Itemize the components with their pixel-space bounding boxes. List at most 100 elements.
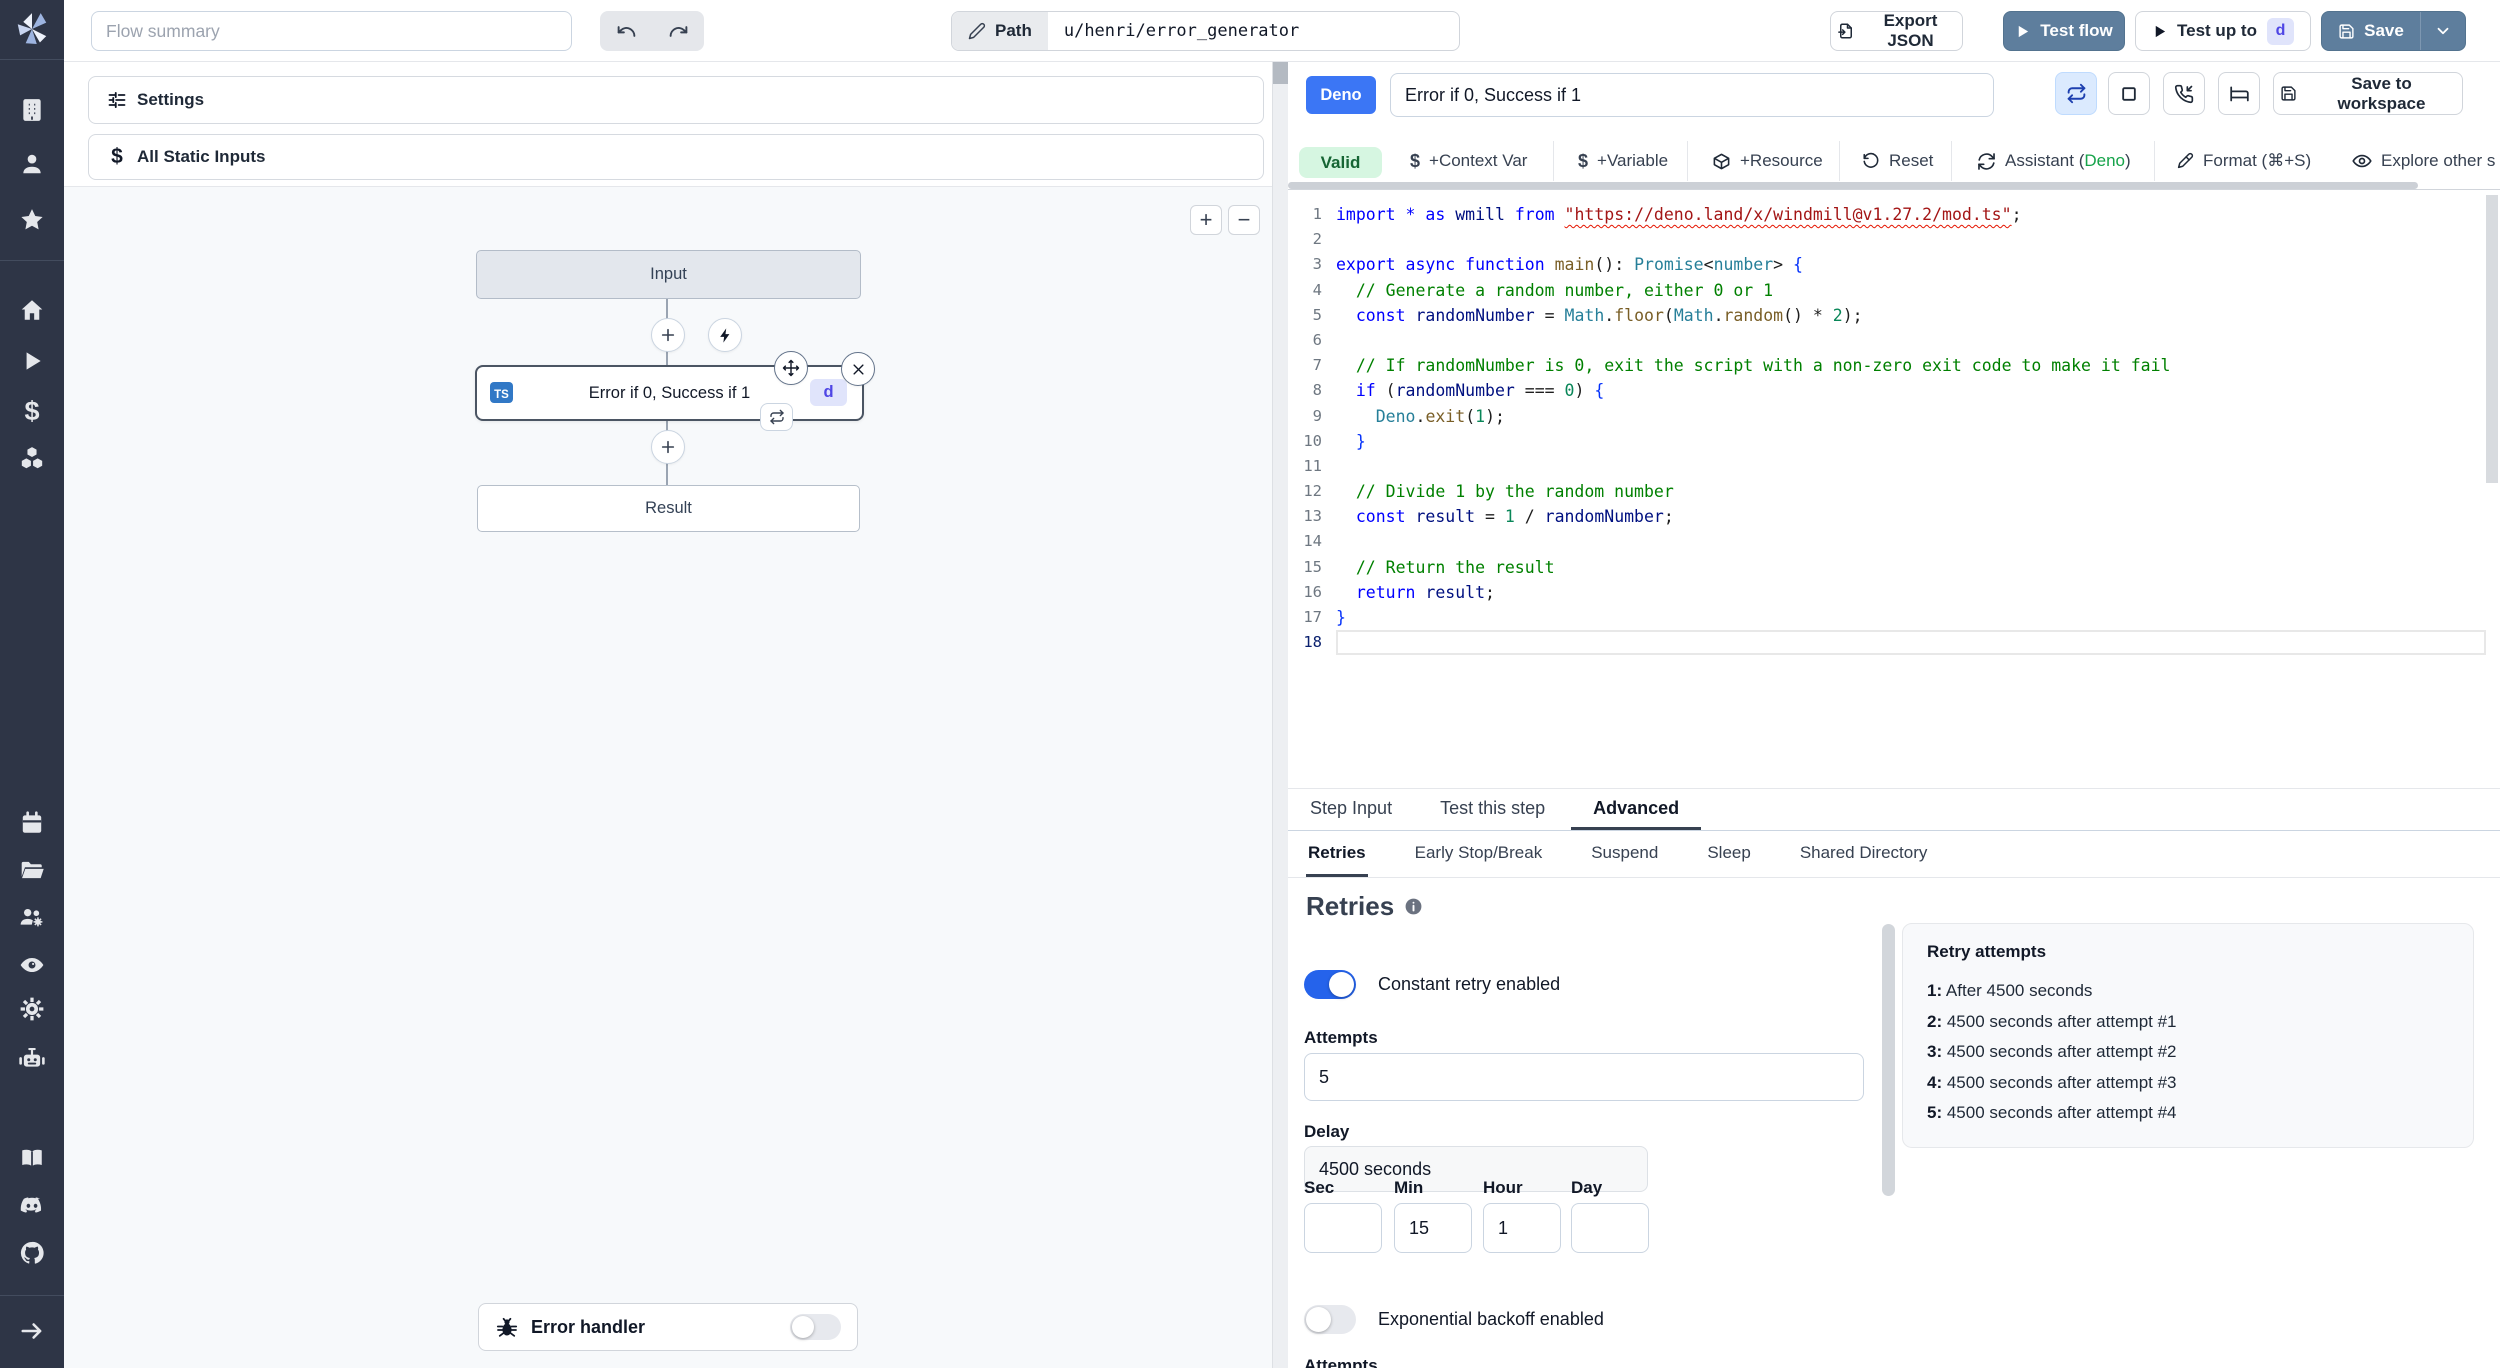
reset-button[interactable]: Reset: [1862, 133, 1933, 189]
error-handler-node[interactable]: Error handler: [478, 1303, 858, 1351]
retries-vscrollbar[interactable]: [1882, 924, 1895, 1196]
code-line[interactable]: 14: [1290, 529, 2486, 554]
subtab-suspend[interactable]: Suspend: [1589, 831, 1660, 877]
code-line[interactable]: 9 Deno.exit(1);: [1290, 404, 2486, 429]
all-static-inputs-button[interactable]: $ All Static Inputs: [88, 134, 1264, 180]
min-input[interactable]: [1394, 1203, 1472, 1253]
resources-cubes-icon[interactable]: [19, 445, 45, 471]
tab-advanced[interactable]: Advanced: [1571, 789, 1702, 830]
tab-step-input[interactable]: Step Input: [1288, 789, 1414, 830]
code-line[interactable]: 7 // If randomNumber is 0, exit the scri…: [1290, 353, 2486, 378]
move-step-handle[interactable]: [774, 351, 808, 385]
flow-canvas[interactable]: [64, 186, 1272, 1368]
path-value[interactable]: u/henri/error_generator: [1048, 21, 1299, 41]
ai-robot-icon[interactable]: [19, 1046, 45, 1072]
save-to-workspace-button[interactable]: Save to workspace: [2273, 72, 2463, 115]
user-icon[interactable]: [19, 151, 45, 177]
flow-summary-input[interactable]: [91, 11, 572, 51]
save-button[interactable]: Save: [2322, 12, 2420, 50]
format-button[interactable]: Format (⌘+S): [2176, 133, 2311, 189]
subtab-sleep[interactable]: Sleep: [1705, 831, 1752, 877]
toolbar-hscrollbar[interactable]: [1288, 182, 2418, 189]
code-line[interactable]: 16 return result;: [1290, 580, 2486, 605]
variables-dollar-icon[interactable]: $: [19, 396, 45, 426]
attempts-input[interactable]: [1304, 1053, 1864, 1101]
code-line[interactable]: 17}: [1290, 605, 2486, 630]
groups-users-gear-icon[interactable]: [19, 904, 45, 930]
sec-input[interactable]: [1304, 1203, 1382, 1253]
code-line[interactable]: 11: [1290, 454, 2486, 479]
export-json-button[interactable]: Export JSON: [1830, 11, 1963, 51]
exponential-backoff-toggle[interactable]: [1304, 1305, 1356, 1334]
favorites-star-icon[interactable]: [19, 207, 45, 233]
windmill-logo-icon[interactable]: [13, 10, 51, 48]
tab-test-this-step[interactable]: Test this step: [1418, 789, 1567, 830]
panel-splitter[interactable]: [1272, 62, 1288, 1368]
code-line[interactable]: 4 // Generate a random number, either 0 …: [1290, 278, 2486, 303]
assistant-button[interactable]: Assistant (Deno): [1977, 133, 2131, 189]
code-line[interactable]: 8 if (randomNumber === 0) {: [1290, 378, 2486, 403]
collapse-arrow-right-icon[interactable]: [19, 1318, 45, 1344]
flow-settings-button[interactable]: Settings: [88, 76, 1264, 124]
editor-vscrollbar[interactable]: [2486, 195, 2498, 483]
subtab-early-stop[interactable]: Early Stop/Break: [1413, 831, 1545, 877]
test-up-to-button[interactable]: Test up to d: [2135, 11, 2311, 51]
folders-icon[interactable]: [19, 857, 45, 883]
error-handler-toggle[interactable]: [790, 1314, 841, 1340]
docs-book-icon[interactable]: [19, 1145, 45, 1171]
exponential-backoff-label: Exponential backoff enabled: [1378, 1309, 1604, 1329]
audit-eye-icon[interactable]: [19, 952, 45, 978]
toolbar-divider: [1553, 141, 1554, 181]
runs-play-icon[interactable]: [19, 348, 45, 374]
code-line[interactable]: 1 import * as wmill from "https://deno.la…: [1290, 202, 2486, 227]
early-stop-button[interactable]: [2108, 72, 2150, 115]
code-line[interactable]: 18: [1290, 630, 2486, 655]
day-input[interactable]: [1571, 1203, 1649, 1253]
retry-attempts-title: Retry attempts: [1927, 942, 2047, 961]
trigger-bolt-button[interactable]: [708, 318, 742, 352]
subtab-shared-directory[interactable]: Shared Directory: [1798, 831, 1930, 877]
hour-input[interactable]: [1483, 1203, 1561, 1253]
typescript-badge: TS: [490, 382, 513, 403]
retries-indicator-button[interactable]: [2055, 72, 2097, 115]
info-icon[interactable]: [1404, 897, 1423, 916]
code-line[interactable]: 15 // Return the result: [1290, 555, 2486, 580]
flow-node-result[interactable]: Result: [477, 485, 860, 532]
add-resource-button[interactable]: +Resource: [1712, 133, 1823, 189]
step-retry-indicator[interactable]: [760, 403, 793, 431]
flow-node-input[interactable]: Input: [476, 250, 861, 299]
code-line[interactable]: 10 }: [1290, 429, 2486, 454]
redo-icon[interactable]: [668, 21, 689, 42]
code-line[interactable]: 3 export async function main(): Promise<n…: [1290, 252, 2486, 277]
settings-gear-icon[interactable]: [19, 996, 45, 1022]
splitter-grip[interactable]: [1273, 62, 1288, 84]
undo-icon[interactable]: [616, 21, 637, 42]
sleep-bed-button[interactable]: [2218, 72, 2260, 115]
github-icon[interactable]: [19, 1240, 45, 1266]
save-menu-chevron[interactable]: [2421, 12, 2465, 50]
subtab-retries[interactable]: Retries: [1306, 831, 1368, 877]
delete-step-button[interactable]: [841, 352, 875, 386]
explore-scripts-button[interactable]: Explore other s: [2352, 133, 2500, 189]
suspend-phone-button[interactable]: [2163, 72, 2205, 115]
zoom-in-button[interactable]: +: [1190, 205, 1222, 235]
code-line[interactable]: 5 const randomNumber = Math.floor(Math.r…: [1290, 303, 2486, 328]
code-line[interactable]: 12 // Divide 1 by the random number: [1290, 479, 2486, 504]
add-step-button[interactable]: [651, 318, 685, 352]
discord-icon[interactable]: [19, 1192, 45, 1218]
code-line[interactable]: 2: [1290, 227, 2486, 252]
step-title-input[interactable]: [1390, 73, 1994, 117]
add-variable-button[interactable]: $ +Variable: [1578, 133, 1668, 189]
code-line[interactable]: 13 const result = 1 / randomNumber;: [1290, 504, 2486, 529]
zoom-out-button[interactable]: −: [1228, 205, 1260, 235]
code-editor[interactable]: 1 import * as wmill from "https://deno.la…: [1290, 190, 2486, 787]
add-context-var-button[interactable]: $ +Context Var: [1410, 133, 1527, 189]
constant-retry-toggle[interactable]: [1304, 970, 1356, 999]
schedules-calendar-icon[interactable]: [19, 810, 45, 836]
home-icon[interactable]: [19, 297, 45, 323]
add-step-button[interactable]: [651, 430, 685, 464]
code-line[interactable]: 6: [1290, 328, 2486, 353]
workspace-building-icon[interactable]: [19, 97, 45, 123]
path-field[interactable]: Path u/henri/error_generator: [951, 11, 1460, 51]
test-flow-button[interactable]: Test flow: [2003, 11, 2125, 51]
